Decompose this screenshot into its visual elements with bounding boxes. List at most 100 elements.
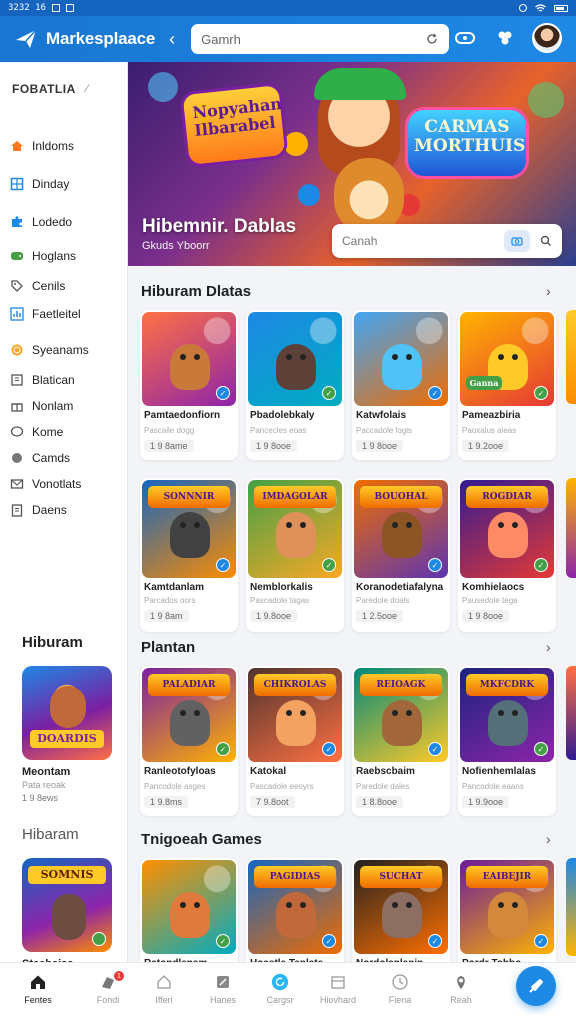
- verified-badge-icon: ✓: [428, 386, 442, 400]
- banner-search-bar[interactable]: [332, 224, 562, 258]
- search-bar[interactable]: [191, 24, 450, 54]
- search-icon[interactable]: [540, 235, 552, 247]
- game-card[interactable]: PAGIDIAS✓Hoastle Tenlate: [246, 858, 344, 968]
- sidebar-item[interactable]: Lodedo: [10, 212, 72, 232]
- game-thumbnail[interactable]: SUCHAT ✓: [354, 860, 448, 954]
- game-name: Koranodetiafalyna: [356, 582, 444, 593]
- section-title: Tnigoeah Games: [141, 831, 262, 848]
- users-icon[interactable]: [492, 25, 518, 51]
- game-character: [382, 700, 422, 746]
- thumbnail-title: PALADIAR: [148, 674, 230, 696]
- game-thumbnail[interactable]: IMDAGOLAR ✓: [248, 480, 342, 578]
- sidebar-item[interactable]: Cenils: [10, 276, 65, 296]
- chevron-icon[interactable]: ⁄: [86, 83, 88, 95]
- game-thumbnail[interactable]: ✓: [142, 860, 236, 954]
- home-icon: [29, 973, 47, 991]
- game-card[interactable]: ROGDIAR ✓ Komhielaocs Pausedole tega 1 9 8oo…: [458, 478, 556, 632]
- game-name: Nemblorkalis: [250, 582, 313, 593]
- sidebar-game-thumbnail[interactable]: SOMNIS: [22, 858, 112, 952]
- sidebar-item[interactable]: Blatican: [10, 370, 75, 390]
- game-card[interactable]: MKFCDRK ✓ Nofienhemlalas Pancodole eaans 1 9…: [458, 666, 556, 816]
- game-card[interactable]: IMDAGOLAR ✓ Nemblorkalis Pascadole tagas 1 9…: [246, 478, 344, 632]
- nav-tab[interactable]: Hiovhard: [310, 973, 366, 1005]
- game-character: [276, 892, 316, 938]
- game-character: [276, 512, 316, 558]
- refresh-icon[interactable]: [425, 32, 439, 46]
- link-icon[interactable]: [452, 25, 478, 51]
- verified-badge-icon: ✓: [534, 558, 548, 572]
- game-thumbnail[interactable]: PALADIAR ✓: [142, 668, 236, 762]
- game-card[interactable]: Ganna ✓ Pameazbiria Paoxalus aieas 1 9.2ooe: [458, 310, 556, 460]
- camera-icon[interactable]: [504, 230, 530, 252]
- chevron-right-icon[interactable]: ›: [546, 283, 551, 299]
- gift-icon: [10, 399, 24, 413]
- game-card[interactable]: EAIBEJIR✓Pordr Tobbo: [458, 858, 556, 968]
- banner-search-input[interactable]: [342, 234, 504, 248]
- next-card-peek[interactable]: [566, 858, 576, 956]
- sidebar-item[interactable]: Faetleitel: [10, 304, 81, 324]
- nav-tab[interactable]: Hanes: [195, 973, 251, 1005]
- game-character: [170, 344, 210, 390]
- game-thumbnail[interactable]: ✓: [354, 312, 448, 406]
- game-thumbnail[interactable]: CHIKROLAS ✓: [248, 668, 342, 762]
- game-card[interactable]: ✓ Pamtaedonfiorn Pascaile dogg 1 9 8ame: [140, 310, 238, 460]
- section-title: Plantan: [141, 639, 196, 656]
- coin-icon: [10, 343, 24, 357]
- sidebar-item[interactable]: Inldoms: [10, 136, 74, 156]
- game-thumbnail[interactable]: Ganna ✓: [460, 312, 554, 406]
- house-outline-icon: [155, 973, 173, 991]
- next-card-peek[interactable]: [566, 310, 576, 404]
- sidebar-item[interactable]: Kome: [10, 422, 63, 442]
- game-thumbnail[interactable]: ✓: [248, 312, 342, 406]
- game-card[interactable]: BOUOHAL ✓ Koranodetiafalyna Paredole doals 1…: [352, 478, 450, 632]
- game-card[interactable]: ✓Ratondlenam: [140, 858, 238, 968]
- thumbnail-title: PAGIDIAS: [254, 866, 336, 888]
- nav-tab[interactable]: Reah: [433, 973, 489, 1005]
- edit-icon: [214, 973, 232, 991]
- game-thumbnail[interactable]: EAIBEJIR ✓: [460, 860, 554, 954]
- game-card[interactable]: SONNNIR ✓ Kamtdanlam Parcados oors 1 9 8am: [140, 478, 238, 632]
- game-card[interactable]: SUCHAT✓Nordolanlanin: [352, 858, 450, 968]
- sidebar-item[interactable]: Vonotlats: [10, 474, 81, 494]
- sidebar-item[interactable]: Syeanams: [10, 340, 89, 360]
- game-thumbnail[interactable]: MKFCDRK ✓: [460, 668, 554, 762]
- chevron-right-icon[interactable]: ›: [546, 639, 551, 655]
- nav-tab[interactable]: 1 Fondi: [80, 971, 136, 1005]
- nav-tab[interactable]: Fentes: [10, 973, 66, 1005]
- chevron-right-icon[interactable]: ›: [546, 831, 551, 847]
- clipboard-icon: [10, 503, 24, 517]
- game-card[interactable]: ✓ Katwfolais Paccadole logis 1 9 8ooe: [352, 310, 450, 460]
- game-thumbnail[interactable]: ✓: [142, 312, 236, 406]
- game-card[interactable]: ✓ Pbadolebkaly Pancecles eoas 1 9 8ooe: [246, 310, 344, 460]
- sidebar-game-thumbnail[interactable]: DOARDIS: [22, 666, 112, 760]
- hero-banner[interactable]: Nopyahan Ilbarabel CARMAS MORTHUIS Hibem…: [128, 62, 576, 266]
- game-card[interactable]: REIOAGK ✓ Raebscbaim Paredole dales 1 8.8ooe: [352, 666, 450, 816]
- next-card-peek[interactable]: [566, 478, 576, 578]
- avatar[interactable]: [532, 23, 562, 53]
- game-card[interactable]: CHIKROLAS ✓ Katokal Pascadole eeoyrs 7 9.8oo…: [246, 666, 344, 816]
- game-thumbnail[interactable]: BOUOHAL ✓: [354, 480, 448, 578]
- sidebar-item[interactable]: Camds: [10, 448, 70, 468]
- game-thumbnail[interactable]: SONNNIR ✓: [142, 480, 236, 578]
- game-card[interactable]: PALADIAR ✓ Ranleotofyloas Pancodole asges 1 …: [140, 666, 238, 816]
- sidebar-item[interactable]: Daens: [10, 500, 67, 520]
- sidebar-section-title: Hibaram: [22, 826, 79, 843]
- verified-badge-icon: ✓: [534, 386, 548, 400]
- verified-badge-icon: ✓: [216, 742, 230, 756]
- sidebar-item[interactable]: Dinday: [10, 174, 69, 194]
- sidebar-item[interactable]: Nonlam: [10, 396, 73, 416]
- nav-tab[interactable]: Fiena: [372, 973, 428, 1005]
- rocket-button[interactable]: [516, 966, 556, 1006]
- game-thumbnail[interactable]: ROGDIAR ✓: [460, 480, 554, 578]
- game-thumbnail[interactable]: PAGIDIAS ✓: [248, 860, 342, 954]
- search-input[interactable]: [201, 31, 426, 47]
- verified-badge-icon: ✓: [216, 386, 230, 400]
- collapse-icon[interactable]: ‹: [163, 29, 181, 50]
- nav-tab[interactable]: Cargsr: [252, 973, 308, 1005]
- chat-icon: [10, 425, 24, 439]
- sidebar-item[interactable]: Hoglans: [10, 246, 76, 266]
- game-thumbnail[interactable]: REIOAGK ✓: [354, 668, 448, 762]
- status-time: 3232 16: [8, 3, 46, 13]
- nav-tab[interactable]: Ifferi: [136, 973, 192, 1005]
- next-card-peek[interactable]: [566, 666, 576, 760]
